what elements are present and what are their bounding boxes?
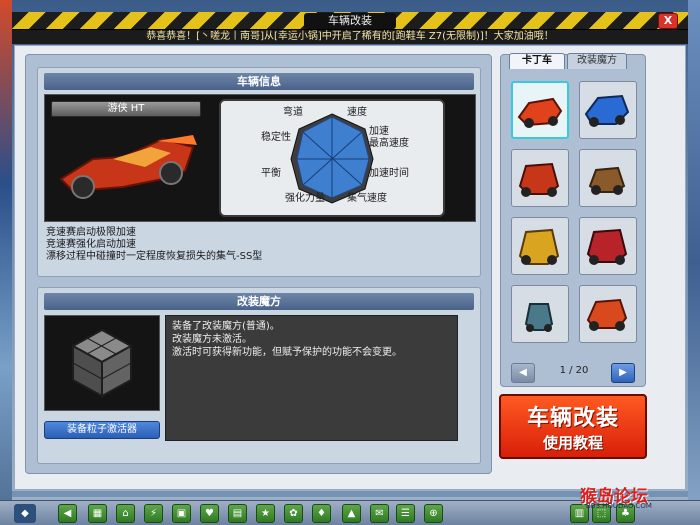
kart-icon [518, 162, 560, 197]
taskbar-button-icon[interactable]: ☰ [396, 504, 415, 523]
magic-info-line: 装备了改装魔方(普通)。 [172, 321, 280, 332]
kart-icon [518, 228, 560, 265]
magic-info-line: 改装魔方未激活。 [172, 334, 252, 345]
car-slot-6[interactable] [579, 217, 637, 275]
car-description: 竞速赛启动极限加速 竞速赛强化启动加速 漂移过程中碰撞时一定程度恢复损失的集气-… [44, 225, 476, 273]
taskbar-button-icon[interactable]: ✉ [370, 504, 389, 523]
taskbar-button-icon[interactable]: ⊕ [424, 504, 443, 523]
close-button[interactable]: X [658, 13, 678, 29]
magic-cube-info: 装备了改装魔方(普通)。 改装魔方未激活。 激活时可获得新功能，但赋予保护的功能… [165, 315, 458, 441]
watermark-url: BBS.HOUDAO.COM [586, 502, 652, 510]
magic-cube-title: 改装魔方 [44, 293, 474, 310]
car-slot-7[interactable] [511, 285, 569, 343]
page-indicator: 1 / 20 [559, 365, 589, 376]
taskbar-button-icon[interactable]: ⚡ [144, 504, 163, 523]
car-selector-panel: 卡丁车 改装魔方 ◀ 1 / 20 ▶ [500, 53, 646, 387]
left-panel: 车辆信息 游侠 HT 弯道 速度 加速 最高速度 稳定性 平衡 加速时间 强化力… [25, 54, 492, 474]
main-panel: 车辆信息 游侠 HT 弯道 速度 加速 最高速度 稳定性 平衡 加速时间 强化力… [14, 45, 686, 490]
taskbar-button-icon[interactable]: ▣ [172, 504, 191, 523]
stat-accel-time: 加速时间 [369, 168, 409, 179]
kart-icon [524, 303, 554, 332]
stat-speed: 速度 [347, 107, 367, 118]
background-left [0, 0, 12, 525]
window-title: 车辆改装 [304, 13, 396, 29]
taskbar-button-icon[interactable]: ⌂ [116, 504, 135, 523]
magic-cube-preview [44, 315, 160, 411]
background-right [688, 0, 700, 525]
tutorial-subtitle: 使用教程 [542, 434, 603, 452]
car-info-section: 车辆信息 游侠 HT 弯道 速度 加速 最高速度 稳定性 平衡 加速时间 强化力… [37, 67, 481, 277]
stat-cornering: 弯道 [283, 107, 303, 118]
kart-icon [586, 298, 628, 331]
description-line: 竞速赛强化启动加速 [46, 239, 136, 250]
prev-page-button[interactable]: ◀ [511, 363, 535, 383]
next-page-button[interactable]: ▶ [611, 363, 635, 383]
car-image [59, 135, 197, 199]
car-name: 游侠 HT [51, 101, 201, 117]
taskbar-button-icon[interactable]: ▤ [228, 504, 247, 523]
stat-stability: 稳定性 [261, 132, 291, 143]
kart-icon [586, 228, 628, 265]
game-logo-icon[interactable]: ◆ [14, 504, 36, 523]
magic-cube-section: 改装魔方 装备粒子激活器 装备了改装魔方(普通)。 改装魔方未激活。 激活时可获… [37, 287, 481, 464]
watermark: 猴岛论坛 BBS.HOUDAO.COM [580, 482, 692, 512]
car-pager: ◀ 1 / 20 ▶ [511, 362, 637, 384]
taskbar-button-icon[interactable]: ◀ [58, 504, 77, 523]
car-slot-1[interactable] [511, 81, 569, 139]
stat-boost-power: 强化力量 [285, 193, 325, 204]
car-slot-3[interactable] [511, 149, 569, 207]
magic-cube-icon [70, 328, 134, 398]
tutorial-button[interactable]: 车辆改装 使用教程 [499, 394, 647, 459]
taskbar-button-icon[interactable]: ♥ [200, 504, 219, 523]
magic-info-line: 激活时可获得新功能，但赋予保护的功能不会变更。 [172, 347, 402, 358]
title-bar: 车辆改装 X [12, 12, 688, 30]
car-slot-2[interactable] [579, 81, 637, 139]
car-slot-4[interactable] [579, 149, 637, 207]
stat-balance: 平衡 [261, 168, 281, 179]
radar-chart [290, 113, 374, 204]
car-info-title: 车辆信息 [44, 73, 474, 90]
description-line: 竞速赛启动极限加速 [46, 227, 136, 238]
taskbar-button-icon[interactable]: ▲ [342, 504, 361, 523]
stat-top-speed: 最高速度 [369, 138, 409, 149]
car-slot-5[interactable] [511, 217, 569, 275]
taskbar-button-icon[interactable]: ★ [256, 504, 275, 523]
description-line: 漂移过程中碰撞时一定程度恢复损失的集气-SS型 [46, 251, 263, 262]
kart-icon [588, 166, 626, 195]
taskbar-button-icon[interactable]: ♦ [312, 504, 331, 523]
equip-activator-button[interactable]: 装备粒子激活器 [44, 421, 160, 439]
taskbar-button-icon[interactable]: ✿ [284, 504, 303, 523]
kart-icon [584, 94, 630, 127]
tab-kart[interactable]: 卡丁车 [509, 53, 565, 69]
car-preview: 游侠 HT 弯道 速度 加速 最高速度 稳定性 平衡 加速时间 强化力量 集气速… [44, 94, 476, 222]
car-slot-8[interactable] [579, 285, 637, 343]
kart-icon [517, 97, 563, 128]
stats-radar: 弯道 速度 加速 最高速度 稳定性 平衡 加速时间 强化力量 集气速度 [219, 99, 445, 217]
stat-charge-speed: 集气速度 [347, 193, 387, 204]
taskbar-button-icon[interactable]: ▦ [88, 504, 107, 523]
announcement-bar: 恭喜恭喜！[丶嗟龙丨南哥]从[幸运小锅]中开启了稀有的[跑鞋车 Z7(无限制)]… [12, 30, 688, 44]
tab-magic-cube[interactable]: 改装魔方 [567, 53, 627, 69]
tutorial-title: 车辆改装 [526, 406, 619, 431]
